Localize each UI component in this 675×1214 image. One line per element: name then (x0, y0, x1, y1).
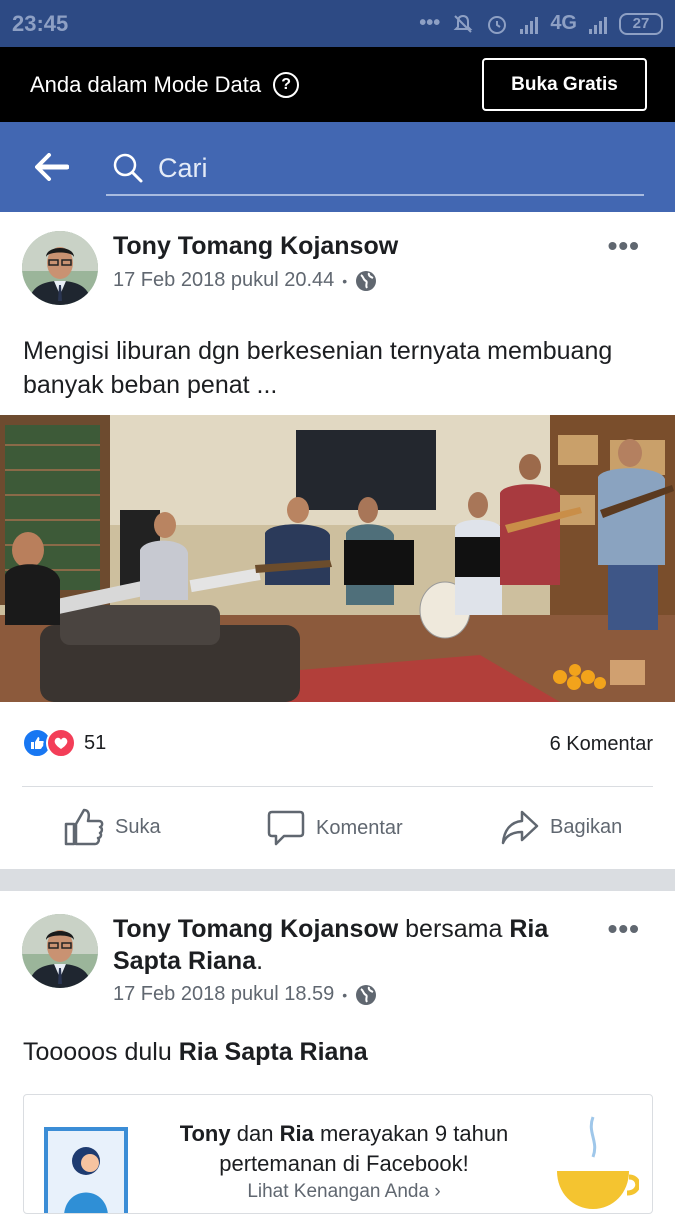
comment-button[interactable]: Komentar (266, 809, 403, 847)
chevron-right-icon: › (434, 1181, 441, 1202)
post-text: Tooooos dulu Ria Sapta Riana (23, 1035, 368, 1069)
search-input[interactable]: Cari (106, 142, 644, 196)
post-author[interactable]: Tony Tomang Kojansow (113, 915, 398, 943)
reactions-summary[interactable]: 51 (22, 728, 106, 758)
memory-and: dan (236, 1121, 274, 1146)
data-mode-text: Anda dalam Mode Data (30, 71, 262, 97)
view-memory-label: Lihat Kenangan Anda (247, 1181, 430, 1202)
clock: 23:45 (12, 10, 69, 36)
post-text-prefix: Tooooos dulu (23, 1038, 172, 1066)
network-type: 4G (550, 12, 577, 34)
comment-icon (267, 810, 305, 846)
post-author[interactable]: Tony Tomang Kojansow (113, 230, 398, 262)
feed-separator (0, 869, 675, 891)
avatar-photo (22, 231, 98, 305)
with-word: bersama (405, 915, 503, 943)
notification-dots-icon: ••• (419, 12, 441, 34)
thumbs-up-icon (64, 808, 104, 846)
memory-name-2: Ria (279, 1121, 314, 1146)
period: . (256, 947, 264, 975)
post-text-tag[interactable]: Ria Sapta Riana (179, 1038, 368, 1066)
avatar[interactable] (22, 231, 98, 305)
friendship-memory-card[interactable]: Tony dan Ria merayakan 9 tahun pertemana… (23, 1094, 653, 1214)
memory-name-1: Tony (179, 1121, 231, 1146)
free-mode-button[interactable]: Buka Gratis (482, 58, 647, 111)
share-button[interactable]: Bagikan (500, 809, 622, 845)
reaction-count: 51 (84, 731, 107, 754)
globe-icon (356, 270, 377, 291)
avatar-photo (22, 914, 98, 988)
memory-text: Tony dan Ria merayakan 9 tahun pertemana… (174, 1119, 514, 1179)
top-nav-bar: Cari (0, 122, 675, 212)
search-icon (113, 153, 143, 183)
love-reaction-icon (46, 728, 76, 758)
like-button[interactable]: Suka (63, 807, 161, 847)
data-mode-banner: Anda dalam Mode Data ? Buka Gratis (0, 47, 675, 122)
post-meta: 17 Feb 2018 pukul 20.44 • (113, 269, 377, 292)
post-photo[interactable] (0, 415, 675, 702)
back-arrow-icon (35, 153, 69, 181)
post-header-text: Tony Tomang Kojansow bersama Ria Sapta R… (113, 913, 583, 977)
search-placeholder: Cari (158, 152, 208, 183)
back-button[interactable] (22, 137, 82, 197)
help-icon[interactable]: ? (273, 71, 300, 98)
more-options-icon[interactable]: ••• (608, 913, 640, 945)
comment-count[interactable]: 6 Komentar (550, 733, 653, 756)
share-icon (501, 810, 539, 845)
comment-label: Komentar (316, 816, 403, 839)
memory-illustration (44, 1127, 128, 1213)
signal-icon-2 (589, 14, 607, 34)
status-bar: 23:45 ••• 4G 27 (0, 0, 675, 47)
more-options-icon[interactable]: ••• (608, 230, 640, 262)
avatar[interactable] (22, 914, 98, 988)
post-timestamp[interactable]: 17 Feb 2018 pukul 18.59 (113, 983, 334, 1006)
band-photo (0, 415, 675, 702)
share-label: Bagikan (550, 815, 623, 838)
post-meta: 17 Feb 2018 pukul 18.59 • (113, 983, 377, 1006)
globe-icon (356, 984, 377, 1005)
mute-icon (453, 14, 473, 33)
post-text: Mengisi liburan dgn berkesenian ternyata… (23, 337, 613, 399)
alarm-icon (488, 15, 507, 34)
meta-dot: • (342, 986, 348, 1003)
like-label: Suka (115, 815, 161, 838)
battery-icon: 27 (619, 12, 663, 35)
post-actions: Suka Komentar Bagikan (0, 787, 675, 869)
signal-icon (520, 14, 539, 34)
status-icons: ••• 4G 27 (419, 12, 663, 35)
post-timestamp[interactable]: 17 Feb 2018 pukul 20.44 (113, 269, 334, 292)
battery-level: 27 (632, 15, 650, 32)
meta-dot: • (342, 272, 348, 289)
tea-cup-icon (557, 1116, 639, 1209)
